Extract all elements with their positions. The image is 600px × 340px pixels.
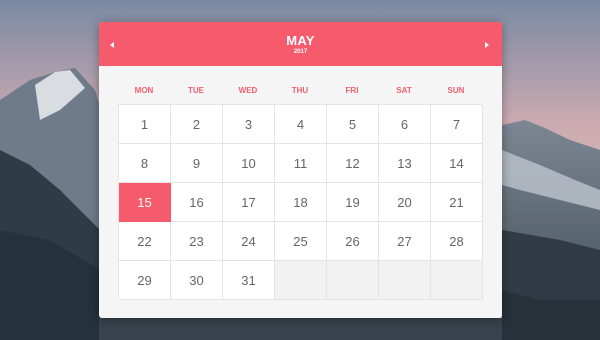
day-cell[interactable]: 5 xyxy=(327,105,379,144)
day-cell[interactable]: 11 xyxy=(275,144,327,183)
empty-day-cell xyxy=(275,261,327,300)
empty-day-cell xyxy=(327,261,379,300)
day-cell[interactable]: 19 xyxy=(327,183,379,222)
day-cell[interactable]: 22 xyxy=(119,222,171,261)
day-cell[interactable]: 8 xyxy=(119,144,171,183)
day-cell[interactable]: 6 xyxy=(379,105,431,144)
day-cell[interactable]: 25 xyxy=(275,222,327,261)
weekday-label: SUN xyxy=(447,86,465,95)
weekday-label: SAT xyxy=(396,86,412,95)
day-cell[interactable]: 2 xyxy=(171,105,223,144)
day-cell[interactable]: 12 xyxy=(327,144,379,183)
day-cell[interactable]: 18 xyxy=(275,183,327,222)
day-cell[interactable]: 20 xyxy=(379,183,431,222)
day-cell[interactable]: 14 xyxy=(431,144,483,183)
weekday-label: THU xyxy=(291,86,309,95)
day-cell[interactable]: 28 xyxy=(431,222,483,261)
day-cell[interactable]: 27 xyxy=(379,222,431,261)
weekday-header-row: MON TUE WED THU FRI SAT SUN xyxy=(118,86,482,98)
triangle-right-icon xyxy=(485,42,489,48)
day-cell[interactable]: 9 xyxy=(171,144,223,183)
day-cell[interactable]: 16 xyxy=(171,183,223,222)
day-grid: 1 2 3 4 5 6 7 8 9 10 11 12 13 14 15 16 17 18 19 20 21 22 23 24 2… xyxy=(118,104,483,300)
day-cell[interactable]: 23 xyxy=(171,222,223,261)
day-cell[interactable]: 13 xyxy=(379,144,431,183)
day-cell[interactable]: 21 xyxy=(431,183,483,222)
calendar-header: MAY 2017 xyxy=(99,22,502,66)
day-cell[interactable]: 24 xyxy=(223,222,275,261)
month-label: MAY xyxy=(286,33,315,48)
weekday-label: FRI xyxy=(345,86,359,95)
day-cell[interactable]: 31 xyxy=(223,261,275,300)
weekday-label: MON xyxy=(134,86,154,95)
day-cell[interactable]: 26 xyxy=(327,222,379,261)
day-cell[interactable]: 17 xyxy=(223,183,275,222)
next-month-button[interactable] xyxy=(481,39,493,51)
day-cell[interactable]: 3 xyxy=(223,105,275,144)
empty-day-cell xyxy=(431,261,483,300)
day-cell[interactable]: 10 xyxy=(223,144,275,183)
day-cell[interactable]: 7 xyxy=(431,105,483,144)
day-cell[interactable]: 4 xyxy=(275,105,327,144)
day-cell[interactable]: 1 xyxy=(119,105,171,144)
day-cell[interactable]: 29 xyxy=(119,261,171,300)
weekday-label: TUE xyxy=(188,86,204,95)
calendar-widget: MAY 2017 MON TUE WED THU FRI SAT SUN 123… xyxy=(99,22,502,318)
day-cell-today[interactable]: 15 xyxy=(119,183,171,222)
empty-day-cell xyxy=(379,261,431,300)
day-cell[interactable]: 30 xyxy=(171,261,223,300)
year-label: 2017 xyxy=(293,49,308,55)
weekday-label: WED xyxy=(238,86,258,95)
